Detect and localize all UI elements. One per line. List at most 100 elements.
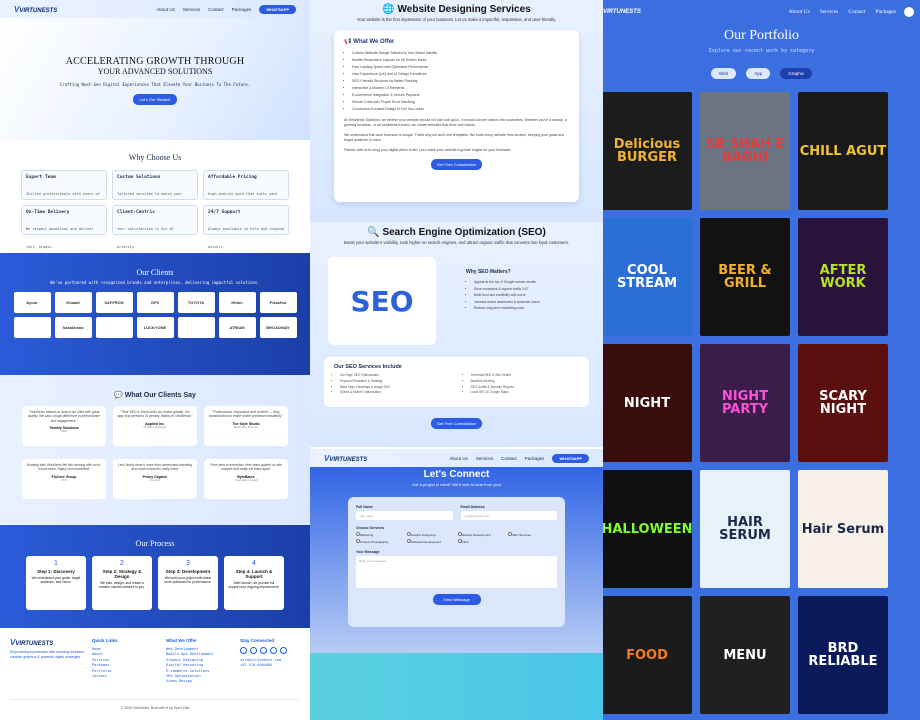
service-checkbox[interactable]: Graphic Designing [406, 532, 456, 537]
footer-link[interactable]: Contact [92, 674, 162, 679]
magnifier-icon: 🔍 [367, 227, 380, 238]
message-textarea[interactable]: Write your message... [356, 556, 557, 588]
nav-services-link[interactable]: Services [183, 7, 200, 12]
testimonial-card: Let's finally done it more than understa… [113, 459, 197, 499]
brand-logo[interactable]: VIRTUNESTS [603, 9, 641, 15]
linkedin-icon[interactable] [260, 647, 267, 654]
section-title: Our Clients [136, 268, 174, 277]
offer-item: Secure Code with Proper Error Handling [352, 99, 569, 106]
footer-service-link[interactable]: Video Design [166, 679, 236, 684]
checkbox-label: Marketing [360, 533, 374, 537]
facebook-icon[interactable] [240, 647, 247, 654]
name-input[interactable]: Your name [356, 511, 453, 520]
section-title: 💬 What Our Clients Say [114, 392, 196, 399]
free-consultation-button[interactable]: Get Free Consultation [430, 159, 483, 171]
testimonials-section: 💬 What Our Clients Say "VirtuNests helpe… [0, 375, 310, 525]
top-navbar: V VIRTUNESTS About Us Services Contact Pa… [0, 0, 310, 18]
services-column: 🌐 Website Designing Services Your websit… [310, 0, 603, 720]
portfolio-item[interactable]: HALLOWEEN [603, 470, 692, 588]
nav-services-link[interactable]: Services [476, 456, 493, 461]
nav-packages-link[interactable]: Packages [876, 9, 896, 15]
testimonial-quote: "Their SEO & Socal skills our online gre… [117, 410, 193, 419]
service-checkbox[interactable]: Software Development [406, 539, 456, 544]
testimonial-quote: From idea to execution, their team guide… [209, 463, 283, 472]
testimonial-quote: "Professional, responsive and creative —… [208, 410, 284, 419]
tab-web[interactable]: Web [711, 68, 737, 79]
nav-contact-link[interactable]: Contact [848, 9, 865, 15]
client-logo: TOYOTA [177, 292, 215, 313]
client-logo: ATRIUM [218, 317, 256, 338]
service-checkbox[interactable]: Product Photography [356, 539, 405, 544]
process-step: 3 Step 3: Development We build your projec… [158, 556, 218, 610]
whatsapp-button[interactable]: WHATSAPP [259, 4, 296, 14]
portfolio-item[interactable]: COOL STREAM [603, 218, 692, 336]
nav-about-link[interactable]: About Us [789, 9, 810, 15]
checkbox-label: Website Development [461, 533, 491, 537]
portfolio-item[interactable]: Hair Serum [798, 470, 888, 588]
nav-packages-link[interactable]: Packages [232, 7, 252, 12]
quick-links-heading: Quick Links [92, 638, 118, 643]
get-started-button[interactable]: Let's Get Started! [133, 94, 177, 105]
seo-consultation-button[interactable]: Get Free Consultation [430, 418, 483, 429]
service-checkbox[interactable]: SEO Services [508, 532, 557, 537]
portfolio-item[interactable]: FOOD [603, 596, 692, 714]
hero-section: ACCELERATING GROWTH THROUGH YOUR ADVANCE… [0, 18, 310, 140]
globe-icon: 🌐 [382, 4, 395, 15]
nav-services-link[interactable]: Services [820, 9, 839, 15]
tab-app[interactable]: App [746, 68, 771, 79]
portfolio-item[interactable]: SCARY NIGHT [798, 344, 888, 462]
instagram-icon[interactable] [250, 647, 257, 654]
whatsapp-button[interactable]: WHATSAPP [552, 453, 589, 463]
process-step: 1 Step 1: Discovery We understand your goa… [26, 556, 86, 610]
send-message-button[interactable]: Send Message [432, 594, 481, 605]
portfolio-item[interactable]: MENU [700, 596, 790, 714]
offer-item: Mobile-Responsive Layouts for All Screen… [352, 57, 569, 64]
portfolio-item[interactable]: AFTER WORK [798, 218, 888, 336]
seo-section: 🔍 Search Engine Optimization (SEO) Boost… [310, 222, 603, 447]
service-checkbox[interactable]: Marketing [356, 532, 405, 537]
portfolio-item[interactable]: CHILL AGUT [798, 92, 888, 210]
brand-logo[interactable]: V VIRTUNESTS [14, 5, 57, 14]
hero-title: ACCELERATING GROWTH THROUGH [65, 56, 245, 67]
footer-phone[interactable]: +92 370 6504600 [240, 663, 310, 668]
clients-section: Our Clients We've partnered with recogni… [0, 253, 310, 375]
portfolio-item[interactable]: NIGHT [603, 344, 692, 462]
tab-graphic[interactable]: Graphic [780, 68, 812, 79]
portfolio-item[interactable]: NIGHT PARTY [700, 344, 790, 462]
contact-navbar: V VIRTUNESTS About Us Services Contact Pa… [310, 449, 603, 467]
testimonial-quote: Let's finally done it more than understa… [118, 463, 192, 472]
nav-packages-link[interactable]: Packages [525, 456, 545, 461]
twitter-icon[interactable] [270, 647, 277, 654]
avatar[interactable] [904, 7, 914, 17]
portfolio-item[interactable]: Delicious BURGER [603, 92, 692, 210]
footer-logo[interactable]: V VIRTUNESTS [10, 638, 88, 647]
message-label: Your Message [356, 550, 380, 554]
client-logo [13, 317, 51, 338]
nav-contact-link[interactable]: Contact [501, 456, 517, 461]
process-step: 4 Step 4: Launch & Support After launch, w… [224, 556, 284, 610]
client-logo [177, 317, 215, 338]
client-logo: GFS [136, 292, 174, 313]
testimonial-role: Marketing Director [233, 425, 259, 430]
why-seo-title: Why SEO Matters? [466, 269, 511, 275]
step-title: Step 2: Strategy & Design [102, 569, 142, 579]
email-input[interactable]: you@example.com [460, 511, 557, 520]
brand-logo[interactable]: V VIRTUNESTS [324, 454, 367, 463]
portfolio-item[interactable]: SB SHAH E BAGHI [700, 92, 790, 210]
step-desc: We build your project with latest tools … [164, 576, 212, 584]
portfolio-item[interactable]: BEER & GRILL [700, 218, 790, 336]
client-logo: Hilton [218, 292, 256, 313]
step-number: 3 [186, 560, 190, 567]
portfolio-item[interactable]: HAIR SERUM [700, 470, 790, 588]
portfolio-subtitle: Explore our recent work by category [708, 48, 815, 54]
section-title: 🔍 Search Engine Optimization (SEO) [367, 227, 546, 238]
nav-contact-link[interactable]: Contact [208, 7, 224, 12]
client-logo: BROADWAY [259, 317, 297, 338]
nav-about-link[interactable]: About Us [449, 456, 468, 461]
nav-about-link[interactable]: About Us [156, 7, 175, 12]
seo-service: Speed & Mobile Optimization [340, 390, 449, 396]
service-checkbox[interactable]: Other [457, 539, 507, 544]
whatsapp-icon[interactable] [280, 647, 287, 654]
service-checkbox[interactable]: Website Development [457, 532, 507, 537]
portfolio-item[interactable]: BRD RELIABLE [798, 596, 888, 714]
